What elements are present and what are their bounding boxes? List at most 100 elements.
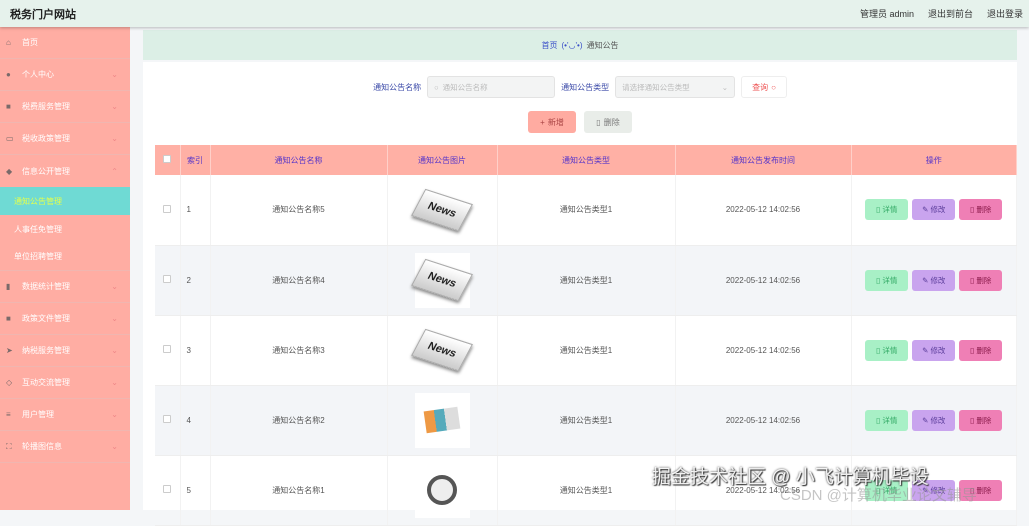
row-select[interactable] <box>155 385 181 456</box>
sidebar-item-taxpayer-service[interactable]: ➤ 纳税服务管理 ⌄ <box>0 335 130 367</box>
table-row: 3 通知公告名称3 News 通知公告类型1 2022-05-12 14:02:… <box>155 315 1017 386</box>
sidebar-item-tax-service[interactable]: ■ 税费服务管理 ⌄ <box>0 91 130 123</box>
chevron-down-icon: ⌄ <box>111 410 118 419</box>
edit-button[interactable]: ✎ 修改 <box>912 269 956 291</box>
query-button[interactable]: 查询 ○ <box>741 76 787 98</box>
name-search-input[interactable]: ○ 通知公告名称 <box>427 76 556 98</box>
row-checkbox[interactable] <box>163 275 172 283</box>
sidebar-label: 纳税服务管理 <box>22 346 70 355</box>
edit-label: 修改 <box>930 275 946 285</box>
detail-button[interactable]: ▯ 详情 <box>865 199 909 221</box>
row-image <box>387 455 498 526</box>
detail-button[interactable]: ▯ 详情 <box>865 409 909 431</box>
logout-link[interactable]: 退出登录 <box>987 7 1023 20</box>
col-type[interactable]: 通知公告类型 <box>497 145 676 175</box>
row-checkbox[interactable] <box>163 415 172 423</box>
delete-label: 删除 <box>603 117 620 127</box>
col-time[interactable]: 通知公告发布时间 <box>675 145 852 175</box>
delete-label: 删除 <box>976 205 992 215</box>
detail-button[interactable]: ▯ 详情 <box>865 339 909 361</box>
send-icon: ➤ <box>6 346 13 355</box>
sidebar-item-carousel[interactable]: ⛶ 轮播图信息 ⌄ <box>0 431 130 463</box>
delete-label: 删除 <box>976 485 992 495</box>
sidebar-item-tax-policy[interactable]: ▭ 税收政策管理 ⌄ <box>0 123 130 155</box>
row-time: 2022-05-12 14:02:56 <box>675 245 852 316</box>
detail-button[interactable]: ▯ 详情 <box>865 269 909 291</box>
edit-label: 修改 <box>930 205 946 215</box>
sidebar-sub-recruit[interactable]: 单位招聘管理 <box>0 243 130 271</box>
sidebar-label: 信息公开管理 <box>22 166 70 176</box>
chat-icon: ◇ <box>6 378 13 387</box>
breadcrumb-separator: (•'◡'•) <box>561 40 583 50</box>
magnifier-image <box>414 462 470 518</box>
row-name: 通知公告名称3 <box>210 315 388 386</box>
content-panel: 通知公告名称 ○ 通知公告名称 通知公告类型 请选择通知公告类型 ⌄ 查询 ○ + 新增… <box>143 62 1017 526</box>
delete-label: 删除 <box>976 345 992 355</box>
row-time: 2022-05-12 14:02:56 <box>675 175 852 246</box>
sidebar-item-interaction[interactable]: ◇ 互动交流管理 ⌄ <box>0 367 130 399</box>
name-label: 通知公告名称 <box>373 82 422 92</box>
sidebar-item-home[interactable]: ⌂ 首页 <box>0 27 130 59</box>
sidebar-item-policy-files[interactable]: ■ 政策文件管理 ⌄ <box>0 303 130 335</box>
row-select[interactable] <box>155 245 181 316</box>
admin-user: 管理员 admin <box>859 9 914 19</box>
row-delete-button[interactable]: ▯ 删除 <box>959 339 1003 361</box>
add-button[interactable]: + 新增 <box>528 111 576 133</box>
sidebar-sub-notice[interactable]: 通知公告管理 <box>0 187 130 215</box>
edit-button[interactable]: ✎ 修改 <box>912 409 956 431</box>
type-placeholder: 请选择通知公告类型 <box>622 82 690 92</box>
edit-icon: ✎ <box>922 345 931 355</box>
message-icon: ▭ <box>6 134 14 143</box>
row-delete-button[interactable]: ▯ 删除 <box>959 199 1003 221</box>
select-all-checkbox[interactable] <box>163 155 172 163</box>
sidebar: ⌂ 首页 ● 个人中心 ⌄ ■ 税费服务管理 ⌄ ▭ 税收政策管理 ⌄ ◆ 信息公开管理 ⌃ 通知… <box>0 27 130 510</box>
type-select[interactable]: 请选择通知公告类型 ⌄ <box>615 76 736 98</box>
row-index: 3 <box>180 315 211 386</box>
sidebar-label: 个人中心 <box>22 70 54 79</box>
row-select[interactable] <box>155 315 181 386</box>
row-time: 2022-05-12 14:02:56 <box>675 315 852 386</box>
row-checkbox[interactable] <box>163 345 172 353</box>
table-row: 2 通知公告名称4 News 通知公告类型1 2022-05-12 14:02:… <box>155 245 1017 316</box>
search-icon: ○ <box>434 82 439 92</box>
row-checkbox[interactable] <box>163 485 172 493</box>
fullscreen-icon: ⛶ <box>6 441 12 451</box>
folder-icon: ◆ <box>6 166 13 176</box>
delete-label: 删除 <box>976 415 992 425</box>
delete-button[interactable]: ▯ 删除 <box>584 111 632 133</box>
news-image-text: News <box>411 328 473 372</box>
breadcrumb-home[interactable]: 首页 <box>542 40 558 51</box>
edit-button[interactable]: ✎ 修改 <box>912 199 956 221</box>
row-index: 4 <box>180 385 211 456</box>
row-select[interactable] <box>155 455 181 526</box>
row-name: 通知公告名称1 <box>210 455 388 526</box>
row-select[interactable] <box>155 175 181 246</box>
col-image[interactable]: 通知公告图片 <box>387 145 498 175</box>
table-row: 1 通知公告名称5 News 通知公告类型1 2022-05-12 14:02:… <box>155 175 1017 246</box>
chevron-down-icon: ⌄ <box>111 442 118 451</box>
row-delete-button[interactable]: ▯ 删除 <box>959 269 1003 291</box>
edit-button[interactable]: ✎ 修改 <box>912 339 956 361</box>
row-delete-button[interactable]: ▯ 删除 <box>959 409 1003 431</box>
sidebar-label: 互动交流管理 <box>22 378 70 387</box>
row-type: 通知公告类型1 <box>497 385 676 456</box>
back-to-front-link[interactable]: 退出到前台 <box>928 7 973 20</box>
row-index: 2 <box>180 245 211 316</box>
sidebar-label: 数据统计管理 <box>22 282 70 291</box>
sidebar-item-users[interactable]: ≡ 用户管理 ⌄ <box>0 399 130 431</box>
query-label: 查询 <box>752 82 769 92</box>
sidebar-item-profile[interactable]: ● 个人中心 ⌄ <box>0 59 130 91</box>
sidebar-sub-personnel[interactable]: 人事任免管理 <box>0 215 130 243</box>
edit-label: 修改 <box>930 415 946 425</box>
col-index: 索引 <box>180 145 211 175</box>
select-all-header[interactable] <box>155 145 181 175</box>
sidebar-item-stats[interactable]: ▮ 数据统计管理 ⌄ <box>0 271 130 303</box>
row-name: 通知公告名称4 <box>210 245 388 316</box>
detail-label: 详情 <box>882 275 898 285</box>
chevron-down-icon: ⌄ <box>111 70 118 79</box>
news-image-text: News <box>411 188 473 231</box>
chevron-up-icon: ⌃ <box>111 166 118 176</box>
col-name[interactable]: 通知公告名称 <box>210 145 388 175</box>
sidebar-item-info-public[interactable]: ◆ 信息公开管理 ⌃ <box>0 155 130 187</box>
row-checkbox[interactable] <box>163 204 172 213</box>
